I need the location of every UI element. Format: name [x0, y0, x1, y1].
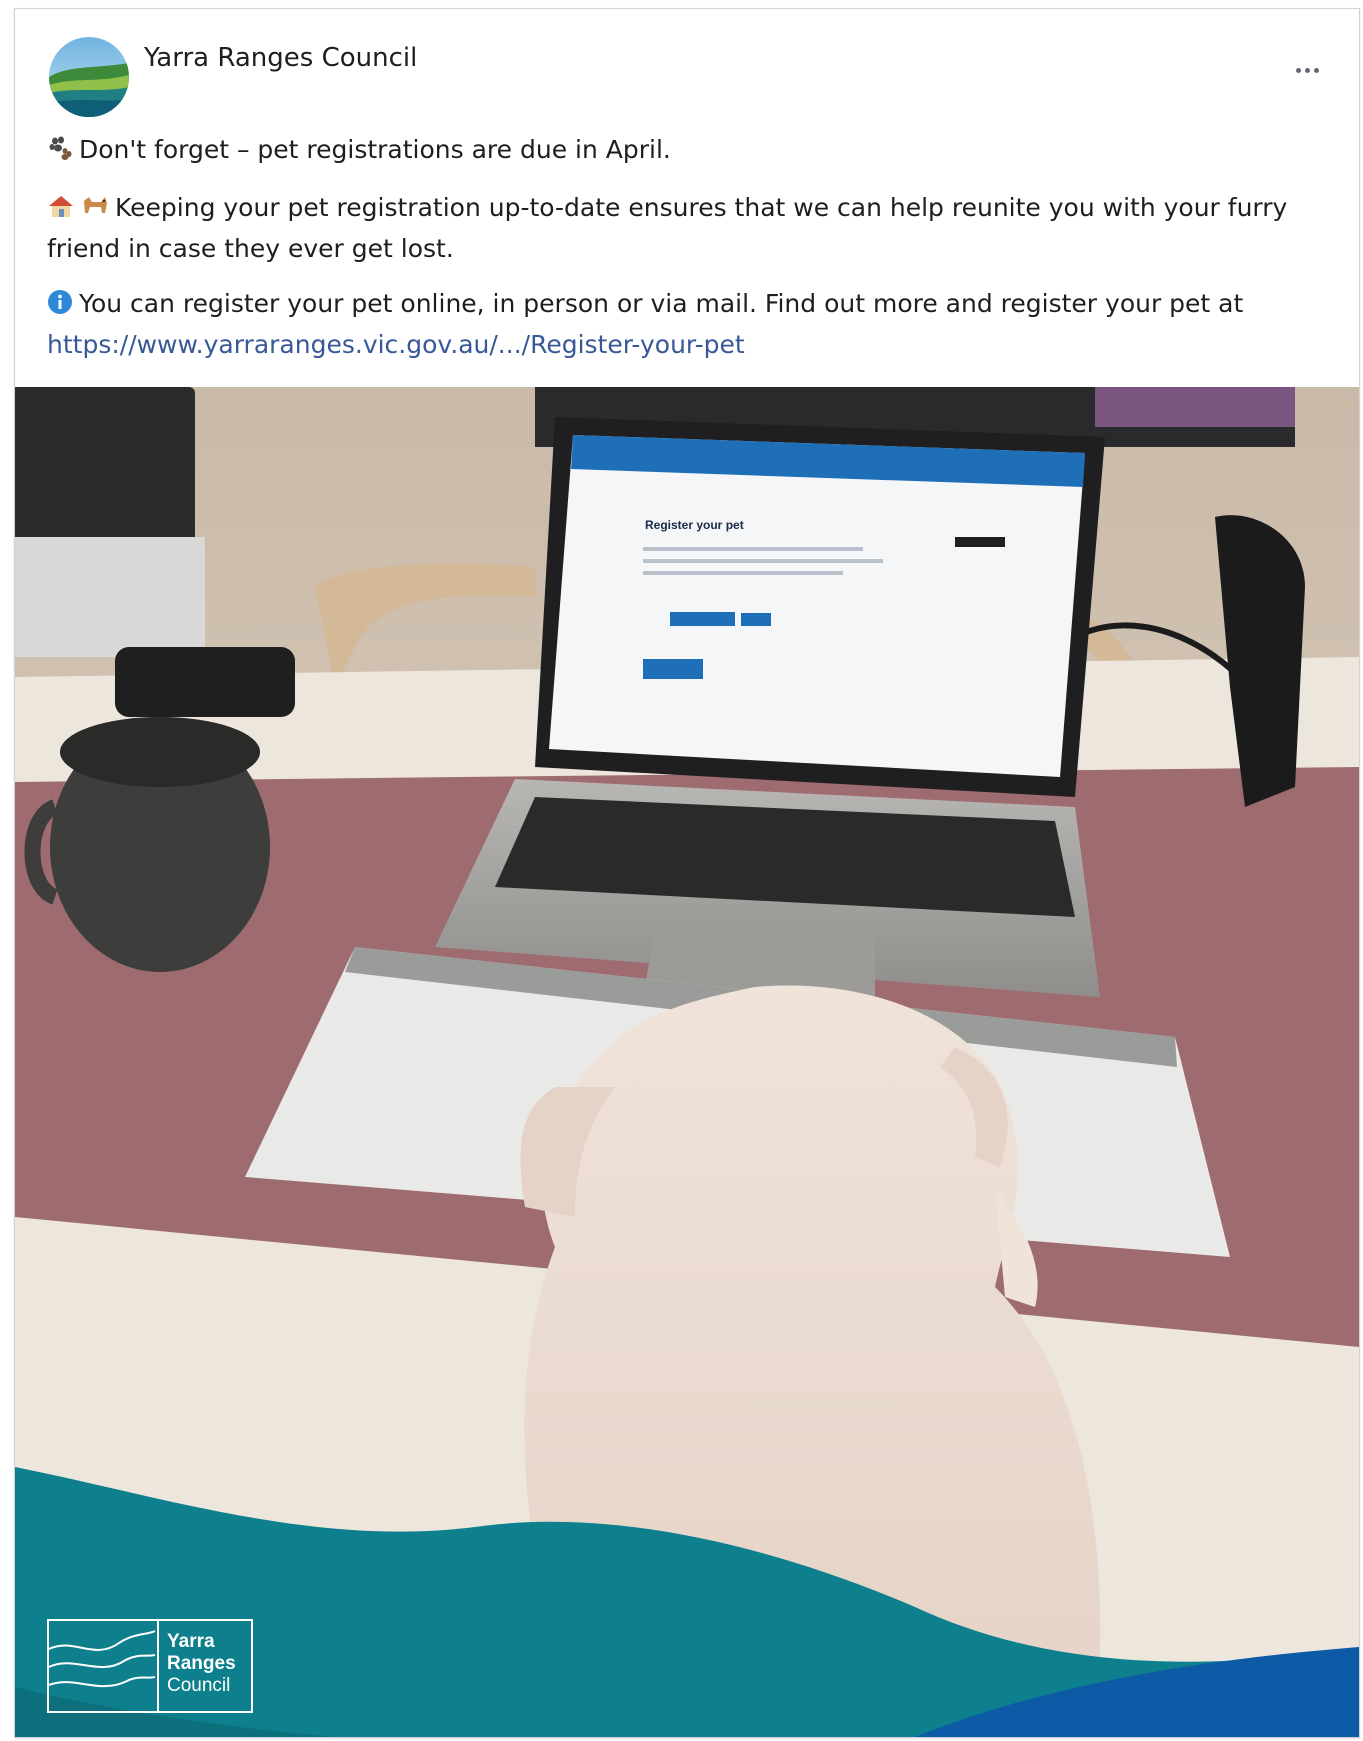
paragraph-text: Don't forget – pet registrations are due… — [79, 135, 671, 164]
logo-wave-icon — [49, 1621, 159, 1711]
register-your-pet-link[interactable]: https://www.yarraranges.vic.gov.au/.../R… — [47, 330, 745, 359]
yarra-ranges-council-logo: Yarra Ranges Council — [47, 1619, 253, 1713]
paragraph-text: Keeping your pet registration up-to-date… — [47, 193, 1288, 263]
post-paragraph: You can register your pet online, in per… — [47, 285, 1337, 364]
post-header: Yarra Ranges Council — [15, 9, 1359, 129]
facebook-post-card: Yarra Ranges Council Don't forget – pet … — [14, 8, 1360, 1738]
logo-text: Yarra Ranges Council — [167, 1631, 236, 1696]
post-author-name[interactable]: Yarra Ranges Council — [144, 43, 417, 73]
post-photo[interactable]: Register your pet Yarra Ranges Council — [15, 387, 1359, 1737]
post-paragraph: Keeping your pet registration up-to-date… — [47, 189, 1337, 268]
laptop-screen-heading: Register your pet — [645, 518, 744, 532]
post-message: Don't forget – pet registrations are due… — [47, 131, 1337, 381]
more-options-icon — [1295, 67, 1301, 73]
paragraph-text: You can register your pet online, in per… — [79, 289, 1244, 318]
info-icon — [47, 288, 73, 326]
dog-icon — [81, 192, 109, 230]
council-avatar[interactable] — [49, 37, 129, 117]
paw-prints-icon — [47, 134, 73, 172]
house-icon — [47, 192, 75, 230]
dog-at-laptop-photo: Register your pet — [15, 387, 1359, 1737]
avatar-landscape-image — [49, 37, 129, 117]
post-paragraph: Don't forget – pet registrations are due… — [47, 131, 1337, 172]
more-options-button[interactable] — [1287, 59, 1327, 81]
